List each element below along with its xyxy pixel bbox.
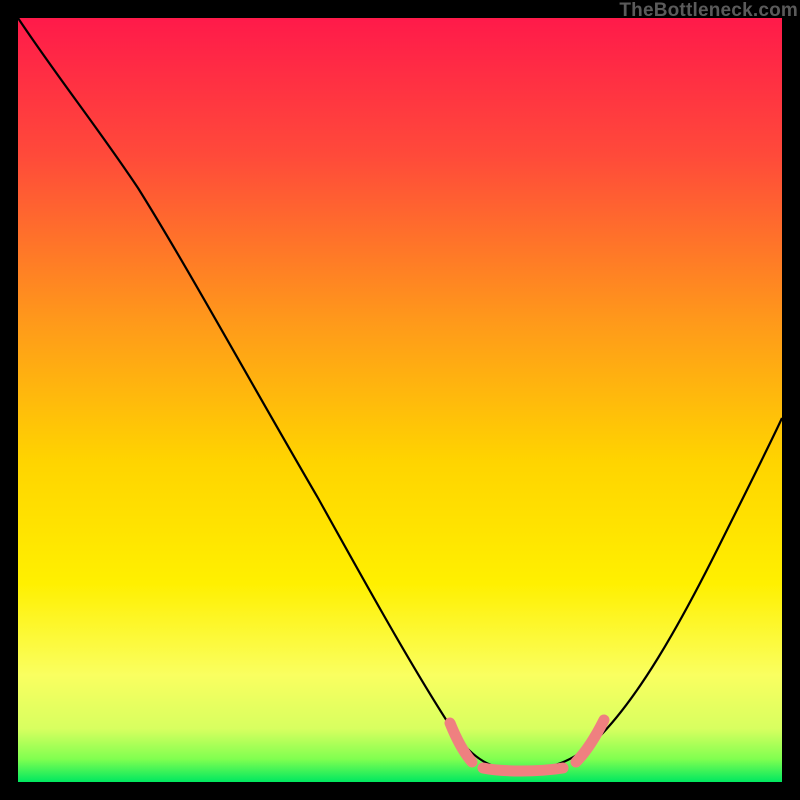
watermark-text: TheBottleneck.com [619,0,798,22]
optimal-zone-highlight [450,720,604,771]
chart-plot [18,18,782,782]
chart-container [18,18,782,782]
bottleneck-curve [18,18,782,770]
